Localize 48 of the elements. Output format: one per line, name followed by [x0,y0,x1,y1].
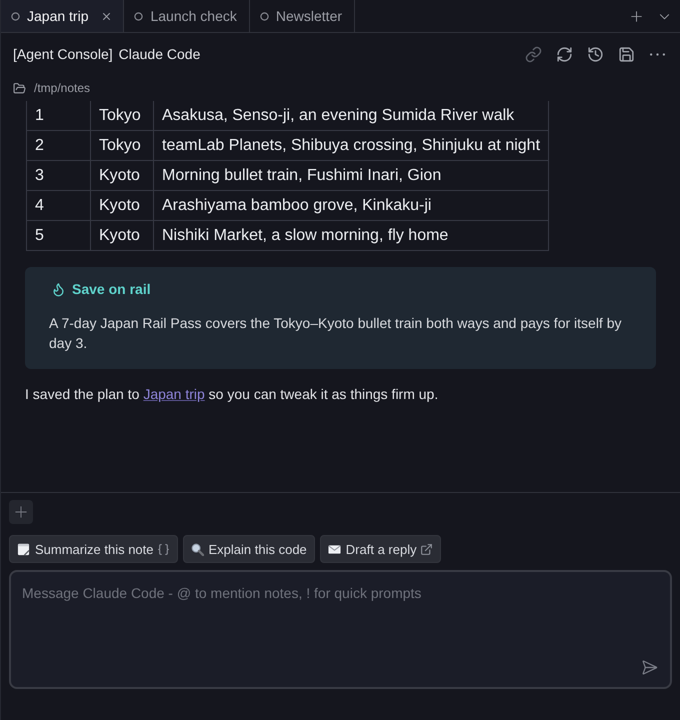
external-link-icon [420,542,433,556]
tab[interactable]: Launch check [124,0,250,32]
table-cell: 3 [26,160,90,190]
refresh-icon[interactable] [556,46,573,62]
plus-icon[interactable] [630,10,643,22]
table-cell: Kyoto [90,190,154,220]
save-icon[interactable] [618,46,635,62]
send-icon[interactable] [641,659,658,676]
console-tag: [Agent Console] [13,46,113,62]
close-icon[interactable] [102,12,112,20]
table-cell: 4 [26,190,90,220]
add-button[interactable] [9,500,33,524]
magnifier-icon [190,542,204,556]
quick-prompt-chip[interactable]: Explain this code [182,535,315,563]
table-cell: 5 [26,220,90,250]
table-cell: teamLab Planets, Shibuya crossing, Shinjuku at night [154,130,549,160]
message-field[interactable]: Message Claude Code - @ to mention notes, ! for quick prompts [9,570,672,689]
circle-icon [260,12,269,20]
envelope-icon [328,542,341,556]
plus-icon [14,505,28,519]
braces-icon [156,542,170,556]
note-icon [17,542,30,556]
history-icon[interactable] [587,46,604,62]
note-link[interactable]: Japan trip [143,386,205,402]
quick-prompt-chip[interactable]: Draft a reply [320,535,441,563]
folder-icon [13,82,26,94]
table-cell: Kyoto [90,160,154,190]
callout-text: A 7-day Japan Rail Pass covers the Tokyo–Kyoto bullet train both ways and pays for itself by day 3. [49,314,622,353]
session-title: Claude Code [118,46,200,62]
circle-icon [134,12,144,20]
table-cell: Morning bullet train, Fushimi Inari, Gion [154,160,549,190]
quick-prompt-chip[interactable]: Summarize this note [9,535,178,563]
tab[interactable]: Newsletter [250,0,356,32]
table-cell: 1 [26,101,90,130]
table-cell: Arashiyama bamboo grove, Kinkaku-ji [154,190,549,220]
circle-icon [11,12,20,20]
table-cell: Tokyo [90,101,154,130]
link-icon[interactable] [525,46,542,62]
table-cell: Tokyo [90,130,154,160]
table-cell: 2 [26,130,90,160]
flame-icon [51,282,66,296]
reply-text: I saved the plan to Japan trip so you can tweak it as things firm up. [25,385,440,404]
folder-path: /tmp/notes [34,81,90,95]
table-cell: Asakusa, Senso-ji, an evening Sumida River walk [154,101,549,130]
table-cell: Kyoto [90,220,154,250]
callout-title: Save on rail [72,280,151,299]
tab[interactable]: Japan trip [1,0,124,32]
table-cell: Nishiki Market, a slow morning, fly home [154,220,549,250]
